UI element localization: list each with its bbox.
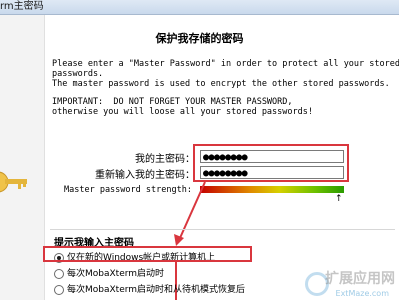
option-highlight-frame bbox=[43, 246, 252, 262]
option-label: 每次MobaXterm启动时 bbox=[67, 269, 165, 279]
watermark-text: 扩展应用网 bbox=[325, 271, 395, 287]
option-label: 每次MobaXterm启动时和从待机模式恢复后 bbox=[67, 285, 246, 295]
option-start-and-resume[interactable]: 每次MobaXterm启动时和从待机模式恢复后 bbox=[54, 282, 245, 295]
watermark-subtext: ExtMaze.com bbox=[335, 289, 389, 298]
section-divider bbox=[50, 229, 395, 230]
option-every-start[interactable]: 每次MobaXterm启动时 bbox=[54, 266, 164, 279]
radio-icon[interactable] bbox=[54, 268, 64, 279]
radio-icon[interactable] bbox=[54, 284, 64, 295]
annotation-arrowhead-1 bbox=[174, 234, 184, 246]
